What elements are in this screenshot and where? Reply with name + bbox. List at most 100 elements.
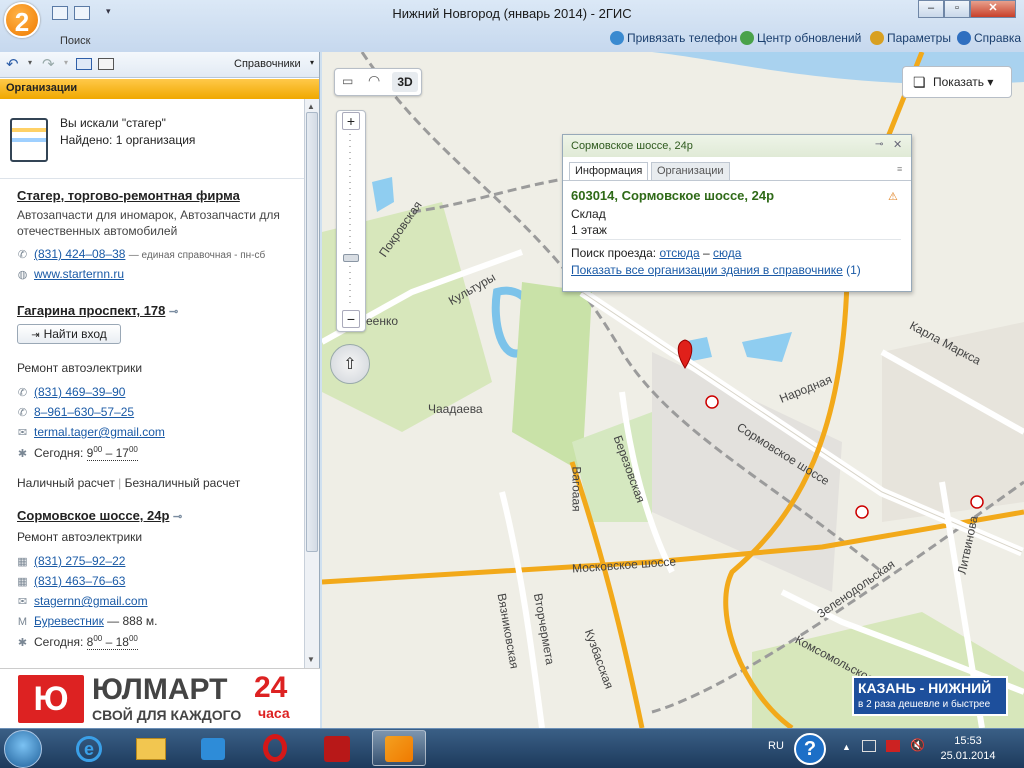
pin-popup-icon[interactable]: ⊸ <box>875 139 883 150</box>
gear-icon <box>870 31 884 45</box>
close-button[interactable]: ✕ <box>970 0 1016 18</box>
directories-chevron-icon[interactable]: ▾ <box>310 58 314 67</box>
route-to-link[interactable]: сюда <box>713 246 741 260</box>
tray-expand-icon[interactable]: ▲ <box>842 742 851 752</box>
metro-station-icon[interactable] <box>855 505 869 519</box>
list-view-icon[interactable] <box>76 58 92 70</box>
directories-dropdown[interactable]: Справочники <box>234 58 301 70</box>
metro-station-icon[interactable] <box>970 495 984 509</box>
branch2-address[interactable]: Сормовское шоссе, 24р ⊸ <box>17 508 182 523</box>
company-website[interactable]: www.starternn.ru <box>34 267 124 281</box>
minimize-button[interactable]: – <box>918 0 944 18</box>
popup-address: 603014, Сормовское шоссе, 24р <box>571 188 775 203</box>
show-layers-button[interactable]: ❏ Показать ▾ <box>902 66 1012 98</box>
branch2-email[interactable]: stagernn@gmail.com <box>34 594 148 608</box>
link-phone[interactable]: Привязать телефон <box>610 31 737 45</box>
branch2-hours: ✱ Сегодня: 800 – 1800 <box>17 634 138 650</box>
pin-icon[interactable]: ⊸ <box>173 511 182 523</box>
phone-icon: ✆ <box>17 407 28 419</box>
network-icon[interactable] <box>862 740 876 752</box>
email-icon: ✉ <box>17 596 28 608</box>
metro-icon: M <box>17 616 28 628</box>
forward-dropdown-icon[interactable]: ▾ <box>64 58 68 67</box>
branch1-phone2[interactable]: 8–961–630–57–25 <box>34 405 134 419</box>
company-website-row: ◍ www.starternn.ru <box>17 267 124 281</box>
popup-type: Склад <box>571 207 606 221</box>
route-row: Поиск проезда: отсюда – сюда <box>571 246 742 260</box>
branch2-metro-row: M Буревестник — 888 м. <box>17 614 158 628</box>
map-view[interactable]: Покровская Культуры Чаадаева Сормовское … <box>322 52 1024 728</box>
company-phone[interactable]: (831) 424–08–38 <box>34 247 125 261</box>
link-updates[interactable]: Центр обновлений <box>740 31 861 45</box>
route-from-link[interactable]: отсюда <box>659 246 699 260</box>
ad-brand: ЮЛМАРТ <box>92 673 228 706</box>
ad-banner-right[interactable]: КАЗАНЬ - НИЖНИЙ в 2 раза дешевле и быстр… <box>852 676 1008 716</box>
taskbar-opera-icon[interactable] <box>248 730 302 766</box>
zoom-slider-thumb[interactable] <box>343 254 359 263</box>
find-entrance-button[interactable]: ⇥ Найти вход <box>17 324 121 344</box>
popup-close-icon[interactable]: ✕ <box>893 138 902 151</box>
forward-arrow-icon[interactable]: ↷ <box>42 55 55 73</box>
link-settings[interactable]: Параметры <box>870 31 951 45</box>
taskbar-explorer-icon[interactable] <box>124 730 178 766</box>
clock[interactable]: 15:53 25.01.2014 <box>940 734 996 764</box>
popup-floors: 1 этаж <box>571 223 607 237</box>
taskbar-pdf-icon[interactable] <box>310 730 364 766</box>
zoom-slider-track[interactable] <box>349 134 351 304</box>
help-tray-icon[interactable]: ? <box>794 733 826 765</box>
pin-icon[interactable]: ⊸ <box>169 306 178 318</box>
branch1-category: Ремонт автоэлектрики <box>17 361 143 375</box>
volume-muted-icon[interactable]: 🔇 <box>910 738 925 752</box>
popup-title: Сормовское шоссе, 24р <box>571 140 693 152</box>
ad-banner-left[interactable]: Ю ЮЛМАРТ СВОЙ ДЛЯ КАЖДОГО 24 часа <box>0 668 320 728</box>
action-center-icon[interactable] <box>886 740 900 752</box>
popup-menu-icon[interactable]: ≡ <box>897 164 902 174</box>
start-button[interactable] <box>4 730 42 768</box>
taskbar-media-icon[interactable] <box>186 730 240 766</box>
left-scrollbar-thumb[interactable] <box>306 112 318 552</box>
scroll-up-icon[interactable]: ▲ <box>307 102 315 111</box>
found-count: Найдено: 1 организация <box>60 133 196 147</box>
scroll-down-icon[interactable]: ▼ <box>307 655 315 664</box>
warning-icon[interactable]: ⚠ <box>888 190 898 203</box>
company-name[interactable]: Стагер, торгово-ремонтная фирма <box>17 188 240 203</box>
taskbar-2gis-icon[interactable] <box>372 730 426 766</box>
compass-icon[interactable]: ⇧ <box>330 344 370 384</box>
branch2-fax2[interactable]: (831) 463–76–63 <box>34 574 125 588</box>
back-dropdown-icon[interactable]: ▾ <box>28 58 32 67</box>
zoom-in-button[interactable]: + <box>342 112 360 130</box>
entrance-icon: ⇥ <box>31 330 40 341</box>
metro-station-icon[interactable] <box>705 395 719 409</box>
search-tab[interactable]: Поиск <box>60 35 90 47</box>
left-panel: ↶ ▾ ↷ ▾ Справочники ▾ Организации Вы иск… <box>0 52 320 668</box>
branch1-email-row: ✉ termal.tager@gmail.com <box>17 425 165 439</box>
ad-right-title: КАЗАНЬ - НИЖНИЙ <box>858 680 992 696</box>
branch2-fax1[interactable]: (831) 275–92–22 <box>34 554 125 568</box>
print-list-icon[interactable] <box>98 58 114 70</box>
zoom-out-button[interactable]: − <box>342 310 360 328</box>
maximize-button[interactable]: ▫ <box>944 0 970 18</box>
tab-organizations[interactable]: Организации <box>651 162 730 180</box>
back-arrow-icon[interactable]: ↶ <box>6 55 19 73</box>
search-results-icon <box>10 118 48 162</box>
branch1-address[interactable]: Гагарина проспект, 178 ⊸ <box>17 303 178 318</box>
measure-icon[interactable]: ◠ <box>368 72 380 89</box>
divider <box>0 178 304 179</box>
taskbar-ie-icon[interactable]: e <box>62 730 116 766</box>
lake-icon <box>372 177 394 212</box>
link-help[interactable]: Справка <box>957 31 1021 45</box>
branch2-category: Ремонт автоэлектрики <box>17 530 143 544</box>
language-indicator[interactable]: RU <box>768 740 784 752</box>
phone-icon: ✆ <box>17 387 28 399</box>
branch2-metro[interactable]: Буревестник <box>34 614 104 628</box>
branch1-email[interactable]: termal.tager@gmail.com <box>34 425 165 439</box>
branch1-phone1[interactable]: (831) 469–39–90 <box>34 385 125 399</box>
layers-icon: ❏ <box>913 74 926 90</box>
3d-toggle-button[interactable]: 3D <box>392 72 418 92</box>
tab-information[interactable]: Информация <box>569 162 649 180</box>
company-phone-row: ✆ (831) 424–08–38 — единая справочная - п… <box>17 247 265 261</box>
ruler-icon[interactable]: ▭ <box>342 74 353 88</box>
show-all-orgs-link[interactable]: Показать все организации здания в справо… <box>571 263 843 277</box>
phone-icon: ✆ <box>17 249 28 261</box>
globe-icon: ◍ <box>17 269 28 281</box>
